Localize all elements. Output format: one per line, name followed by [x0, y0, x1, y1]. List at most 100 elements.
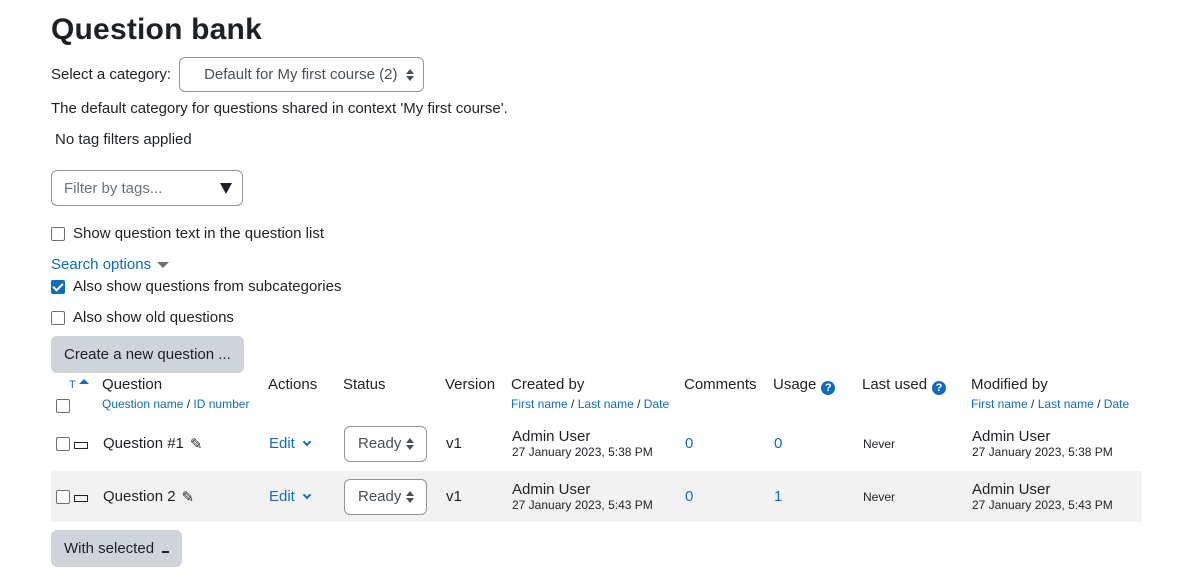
with-selected-button[interactable]: With selected [51, 530, 183, 567]
table-row: Question #1 ✎ Edit Ready v1 Admin User 2… [51, 418, 1142, 469]
search-options-toggle[interactable]: Search options [51, 256, 170, 273]
tag-filter-placeholder: Filter by tags... [64, 179, 163, 197]
question-name-cell: Question 2 ✎ [103, 471, 194, 522]
table-row: Question 2 ✎ Edit Ready v1 Admin User 27… [51, 471, 1142, 522]
modified-by-header: Modified by First name / Last name / Dat… [971, 376, 1129, 411]
modified-by-sort-links: First name / Last name / Date [971, 397, 1130, 411]
sort-question-name[interactable]: Question name [102, 397, 183, 411]
chevron-down-icon [302, 437, 312, 447]
question-header-label: Question [102, 376, 163, 393]
question-header: Question Question name / ID number [102, 376, 249, 411]
select-arrows-icon [406, 490, 414, 503]
row-select [56, 418, 88, 469]
help-icon[interactable]: ? [932, 381, 947, 395]
question-header-sort-links: Question name / ID number [102, 397, 250, 411]
dropdown-triangle-icon[interactable] [220, 182, 232, 194]
show-text-checkbox[interactable] [51, 226, 65, 241]
question-name: Question #1 [103, 435, 184, 452]
status-cell: Ready [344, 418, 427, 469]
usage-link[interactable]: 1 [774, 471, 782, 522]
modifier-name: Admin User [972, 480, 1051, 498]
usage-header: Usage? [773, 376, 836, 395]
question-type-icon [74, 494, 88, 502]
select-arrows-icon [406, 437, 414, 450]
category-select-value: Default for My first course (2) [204, 66, 398, 83]
sort-type-link[interactable]: T [69, 379, 76, 391]
sort-modified-last[interactable]: Last name [1038, 397, 1094, 411]
subcategories-checkbox[interactable] [51, 279, 65, 294]
last-used-header-label: Last used [862, 376, 928, 393]
chevron-down-icon [302, 490, 312, 500]
creator-name: Admin User [512, 427, 591, 445]
comments-link[interactable]: 0 [685, 418, 693, 469]
modified-by-cell: Admin User 27 January 2023, 5:43 PM [972, 471, 1113, 522]
question-type-icon [74, 441, 88, 449]
modified-date: 27 January 2023, 5:43 PM [972, 497, 1113, 512]
sort-id-number[interactable]: ID number [193, 397, 249, 411]
edit-menu[interactable]: Edit [269, 435, 312, 452]
sort-created-date[interactable]: Date [644, 397, 669, 411]
show-text-option[interactable]: Show question text in the question list [51, 225, 324, 242]
modified-by-label: Modified by [971, 376, 1048, 393]
page-title: Question bank [51, 13, 262, 46]
subcategories-label: Also show questions from subcategories [73, 278, 342, 295]
sort-created-last[interactable]: Last name [578, 397, 634, 411]
pencil-icon[interactable]: ✎ [182, 488, 195, 506]
with-selected-label: With selected [64, 540, 155, 557]
sort-modified-first[interactable]: First name [971, 397, 1028, 411]
created-by-cell: Admin User 27 January 2023, 5:38 PM [512, 418, 653, 469]
question-name: Question 2 [103, 488, 176, 505]
old-questions-checkbox[interactable] [51, 310, 65, 325]
pencil-icon[interactable]: ✎ [190, 435, 203, 453]
modified-by-cell: Admin User 27 January 2023, 5:38 PM [972, 418, 1113, 469]
edit-menu[interactable]: Edit [269, 488, 312, 505]
category-selector-row: Select a category: Default for My first … [51, 57, 425, 92]
row-checkbox[interactable] [56, 436, 70, 451]
subcategories-option[interactable]: Also show questions from subcategories [51, 278, 341, 295]
version-cell: v1 [446, 435, 462, 452]
sort-asc-icon [79, 379, 89, 384]
created-by-header: Created by First name / Last name / Date [511, 376, 669, 411]
created-date: 27 January 2023, 5:43 PM [512, 497, 653, 512]
modified-date: 27 January 2023, 5:38 PM [972, 444, 1113, 459]
version-cell: v1 [446, 488, 462, 505]
question-name-cell: Question #1 ✎ [103, 418, 202, 469]
last-used-header: Last used? [862, 376, 947, 395]
status-header: Status [343, 376, 386, 393]
sort-created-first[interactable]: First name [511, 397, 568, 411]
actions-cell: Edit [269, 418, 312, 469]
create-question-button[interactable]: Create a new question ... [51, 336, 244, 373]
comments-link[interactable]: 0 [685, 471, 693, 522]
category-description: The default category for questions share… [51, 100, 508, 117]
sort-modified-date[interactable]: Date [1104, 397, 1129, 411]
old-questions-option[interactable]: Also show old questions [51, 309, 234, 326]
actions-cell: Edit [269, 471, 312, 522]
last-used-cell: Never [863, 436, 896, 451]
old-questions-label: Also show old questions [73, 309, 234, 326]
usage-link[interactable]: 0 [774, 418, 782, 469]
created-by-sort-links: First name / Last name / Date [511, 397, 670, 411]
created-by-cell: Admin User 27 January 2023, 5:43 PM [512, 471, 653, 522]
version-header: Version [445, 376, 496, 393]
help-icon[interactable]: ? [821, 381, 836, 395]
row-checkbox[interactable] [56, 489, 70, 504]
select-all-checkbox[interactable] [56, 399, 70, 413]
created-by-label: Created by [511, 376, 585, 393]
search-options-link[interactable]: Search options [51, 256, 151, 273]
select-arrows-icon [406, 68, 415, 81]
collapse-icon [162, 550, 170, 553]
status-select[interactable]: Ready [344, 478, 427, 515]
comments-header: Comments [684, 376, 757, 393]
category-select[interactable]: Default for My first course (2) [179, 57, 425, 92]
created-date: 27 January 2023, 5:38 PM [512, 444, 653, 459]
row-select [56, 471, 88, 522]
usage-header-label: Usage [773, 376, 817, 393]
last-used-cell: Never [863, 489, 896, 504]
show-text-label: Show question text in the question list [73, 225, 324, 242]
tag-filter-input[interactable]: Filter by tags... [51, 170, 243, 206]
category-label: Select a category: [51, 66, 172, 83]
tag-filter-status: No tag filters applied [55, 131, 192, 148]
modifier-name: Admin User [972, 427, 1051, 445]
status-select[interactable]: Ready [344, 425, 427, 462]
actions-header: Actions [268, 376, 318, 393]
